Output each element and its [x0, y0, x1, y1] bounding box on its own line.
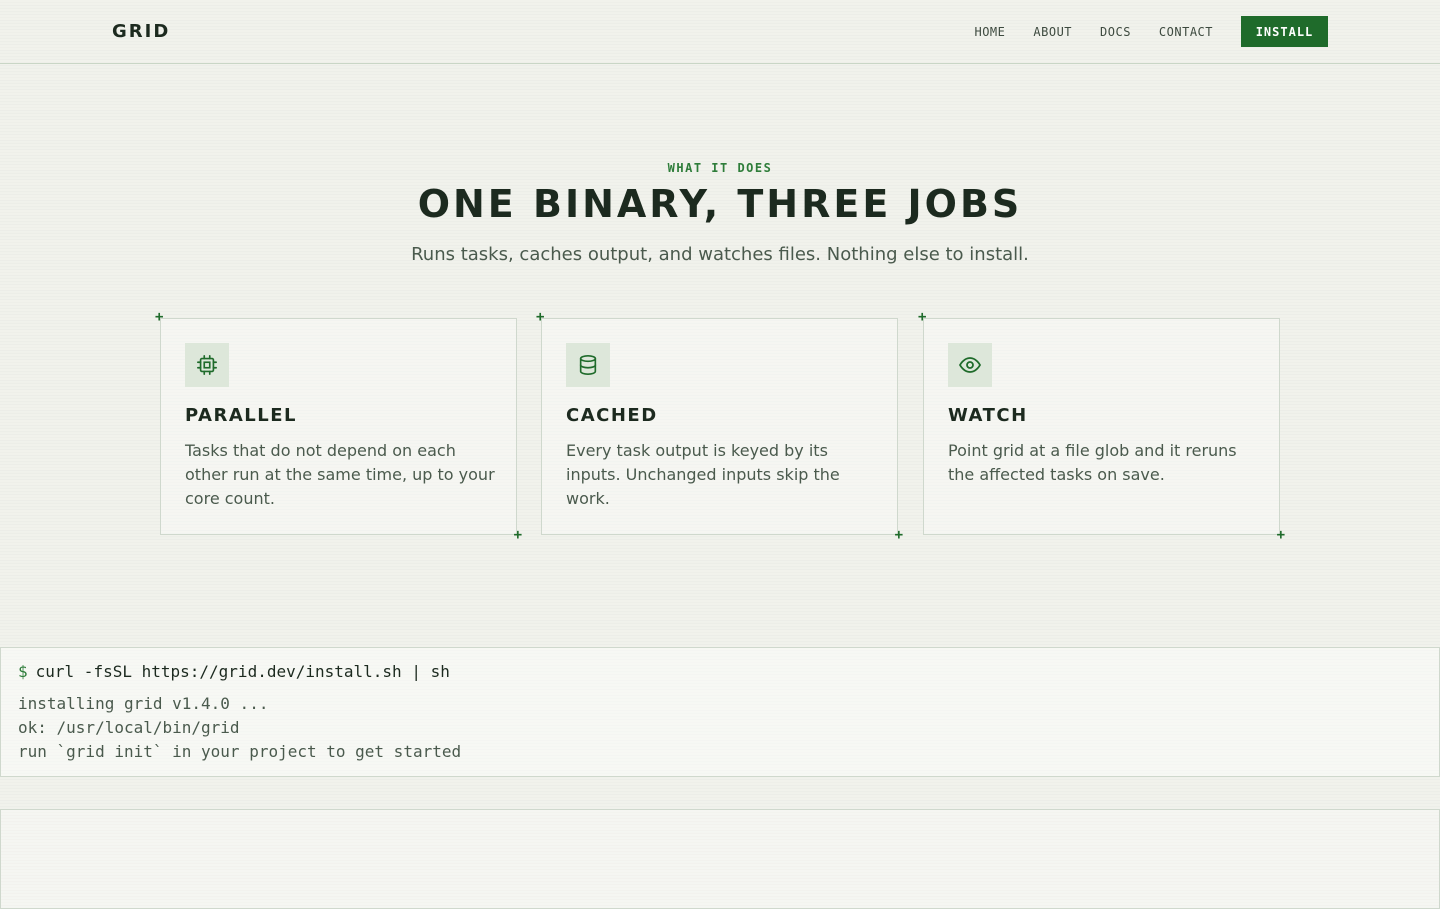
section-eyebrow: WHAT IT DOES — [667, 161, 773, 175]
terminal-command-line[interactable]: $ curl -fsSL https://grid.dev/install.sh … — [18, 662, 450, 681]
feature-card-cached: + + CACHED Every task output is keyed by… — [536, 310, 903, 542]
corner-marker: + — [536, 309, 545, 325]
eye-icon — [948, 343, 992, 387]
nav-link-contact[interactable]: CONTACT — [1159, 25, 1213, 39]
section-headline: ONE BINARY, THREE JOBS — [417, 182, 1023, 226]
feature-title: WATCH — [948, 405, 1028, 426]
nav-link-about[interactable]: ABOUT — [1033, 25, 1072, 39]
logo[interactable]: GRID — [112, 21, 170, 42]
feature-description: Tasks that do not depend on each other r… — [185, 441, 495, 508]
section-subline: Runs tasks, caches output, and watches f… — [411, 244, 1029, 265]
corner-marker: + — [513, 527, 522, 543]
nav-link-home[interactable]: HOME — [974, 25, 1005, 39]
feature-title: CACHED — [566, 405, 658, 426]
terminal-output-line: run `grid init` in your project to get s… — [18, 742, 462, 761]
feature-description: Every task output is keyed by its inputs… — [566, 441, 840, 508]
install-button[interactable]: INSTALL — [1241, 16, 1328, 47]
feature-description: Point grid at a file glob and it reruns … — [948, 441, 1237, 484]
corner-marker: + — [155, 309, 164, 325]
corner-marker: + — [894, 527, 903, 543]
chip-icon — [185, 343, 229, 387]
top-nav: GRID HOME ABOUT DOCS CONTACT INSTALL — [0, 0, 1440, 64]
feature-card-watch: + + WATCH Point grid at a file glob and … — [918, 310, 1285, 542]
terminal-prompt: $ — [18, 662, 28, 681]
nav-links: HOME ABOUT DOCS CONTACT INSTALL — [946, 16, 1328, 47]
terminal-output-line: installing grid v1.4.0 ... — [18, 694, 269, 713]
install-terminal[interactable]: $ curl -fsSL https://grid.dev/install.sh … — [0, 647, 1440, 777]
nav-link-docs[interactable]: DOCS — [1100, 25, 1131, 39]
feature-card-parallel: + + PARALLEL Tasks that do not depend on… — [155, 310, 522, 542]
terminal-command[interactable]: curl -fsSL https://grid.dev/install.sh |… — [36, 662, 450, 681]
corner-marker: + — [1276, 527, 1285, 543]
feature-title: PARALLEL — [185, 405, 297, 426]
corner-marker: + — [918, 309, 927, 325]
terminal-output-line: ok: /usr/local/bin/grid — [18, 718, 240, 737]
database-icon — [566, 343, 610, 387]
next-section-panel — [0, 809, 1440, 909]
